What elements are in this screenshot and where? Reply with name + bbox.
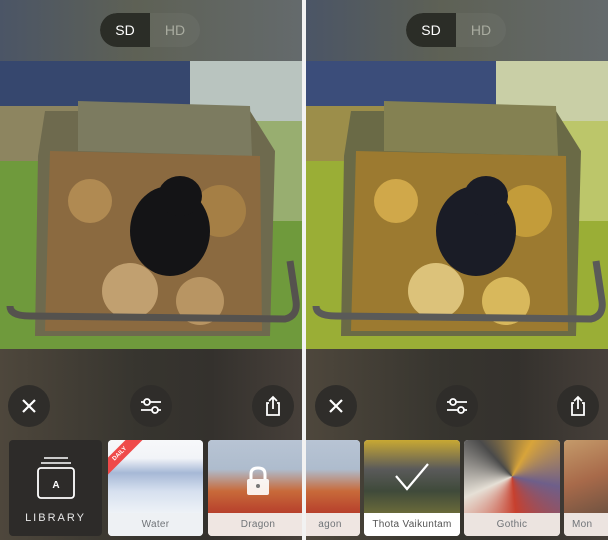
sliders-icon	[141, 398, 161, 414]
stylized-photo	[306, 61, 608, 349]
top-bar: SD HD	[0, 0, 302, 61]
library-icon: A	[37, 457, 75, 499]
library-badge-letter: A	[52, 480, 59, 491]
hd-option[interactable]: HD	[456, 13, 506, 47]
share-button[interactable]	[557, 385, 599, 427]
share-button[interactable]	[252, 385, 294, 427]
library-label: LIBRARY	[25, 512, 86, 524]
share-icon	[571, 395, 585, 416]
original-photo	[0, 61, 302, 349]
style-label: Dragon	[208, 513, 302, 536]
checkmark-icon	[395, 463, 429, 491]
original-pane: SD HD A LIBRARY DAILY Water Dragon	[0, 0, 302, 540]
style-tile-mon[interactable]: Mon	[564, 440, 608, 536]
style-label: Gothic	[464, 513, 560, 536]
style-tile-water[interactable]: DAILY Water	[108, 440, 203, 536]
gothic-artwork	[464, 440, 560, 513]
dragon-artwork	[306, 440, 360, 513]
quality-toggle[interactable]: SD HD	[100, 13, 200, 47]
style-label: agon	[306, 513, 360, 536]
style-tile-dragon[interactable]: agon	[306, 440, 360, 536]
share-icon	[266, 395, 280, 416]
style-tile-dragon[interactable]: Dragon	[208, 440, 302, 536]
top-bar: SD HD	[306, 0, 608, 61]
style-tile-gothic[interactable]: Gothic	[464, 440, 560, 536]
stylized-pane: SD HD agon Thota Vaikuntam Gothic Mon	[306, 0, 608, 540]
sd-option[interactable]: SD	[406, 13, 456, 47]
adjust-button[interactable]	[436, 385, 478, 427]
style-tile-thota-vaikuntam[interactable]: Thota Vaikuntam	[364, 440, 460, 536]
close-icon	[329, 399, 343, 413]
lock-icon	[247, 466, 269, 495]
close-button[interactable]	[8, 385, 50, 427]
sd-option[interactable]: SD	[100, 13, 150, 47]
library-button[interactable]: A LIBRARY	[9, 440, 102, 536]
style-label: Mon	[564, 513, 608, 536]
hd-option[interactable]: HD	[150, 13, 200, 47]
style-label: Thota Vaikuntam	[364, 513, 460, 536]
quality-toggle[interactable]: SD HD	[406, 13, 506, 47]
close-button[interactable]	[315, 385, 357, 427]
mon-artwork	[564, 440, 608, 513]
close-icon	[22, 399, 36, 413]
adjust-button[interactable]	[130, 385, 172, 427]
style-label: Water	[108, 513, 203, 536]
sliders-icon	[447, 398, 467, 414]
